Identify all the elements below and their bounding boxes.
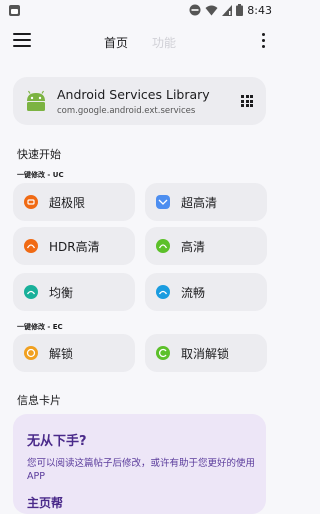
option-hdr-hd[interactable]: HDR高清: [13, 227, 135, 265]
option-ultra-hd[interactable]: 超高清: [145, 183, 267, 221]
status-bar: 8:43: [0, 0, 281, 20]
option-label: HDR高清: [49, 240, 100, 254]
wifi-icon: [205, 5, 218, 15]
apps-grid-icon[interactable]: [241, 95, 253, 107]
tab-functions[interactable]: 功能: [152, 34, 176, 51]
info-card-title: 无从下手?: [27, 434, 87, 449]
option-label: 超高清: [181, 196, 218, 210]
option-label: 超极限: [49, 196, 86, 210]
option-balanced[interactable]: 均衡: [13, 273, 135, 311]
info-card-more: 主页帮: [27, 496, 64, 510]
hd-icon: [156, 239, 170, 253]
more-vert-icon[interactable]: [260, 33, 266, 49]
option-smooth[interactable]: 流畅: [145, 273, 267, 311]
cancel-unlock-icon: [156, 346, 170, 360]
unlock-icon: [24, 346, 38, 360]
dnd-icon: [189, 4, 201, 16]
option-label: 均衡: [49, 286, 74, 300]
uc-group-title: 一键修改 - UC: [17, 171, 64, 179]
option-ultra-extreme[interactable]: 超极限: [13, 183, 135, 221]
quick-start-title: 快速开始: [17, 148, 61, 161]
app-title: Android Services Library: [57, 87, 210, 102]
ultra-extreme-icon: [24, 195, 38, 209]
status-time: 8:43: [247, 3, 272, 17]
app-package: com.google.android.ext.services: [57, 106, 196, 116]
android-robot-icon: [27, 90, 45, 111]
status-left: [8, 4, 21, 17]
option-label: 解锁: [49, 347, 74, 361]
option-hd[interactable]: 高清: [145, 227, 267, 265]
android-notification-icon: [9, 4, 20, 16]
option-label: 高清: [181, 240, 206, 254]
ultra-hd-icon: [156, 195, 170, 209]
top-app-bar: 首页 功能: [0, 25, 281, 59]
hdr-hd-icon: [24, 239, 38, 253]
battery-icon: [236, 4, 244, 16]
info-card[interactable]: 无从下手? 您可以阅读这篇帖子后修改，或许有助于您更好的使用APP 主页帮: [13, 414, 266, 514]
option-label: 取消解锁: [181, 347, 230, 361]
option-cancel-unlock[interactable]: 取消解锁: [145, 334, 267, 372]
balanced-icon: [24, 285, 38, 299]
app-card[interactable]: Android Services Library com.google.andr…: [13, 77, 266, 125]
smooth-icon: [156, 285, 170, 299]
signal-icon: [222, 4, 233, 16]
info-cards-title: 信息卡片: [17, 394, 61, 407]
option-label: 流畅: [181, 286, 206, 300]
menu-icon[interactable]: [13, 33, 31, 49]
status-right: 8:43: [189, 4, 272, 17]
ec-group-title: 一键修改 - EC: [17, 323, 63, 331]
info-card-text: 您可以阅读这篇帖子后修改，或许有助于您更好的使用APP: [27, 458, 256, 482]
tab-home[interactable]: 首页: [104, 34, 128, 51]
option-unlock[interactable]: 解锁: [13, 334, 135, 372]
